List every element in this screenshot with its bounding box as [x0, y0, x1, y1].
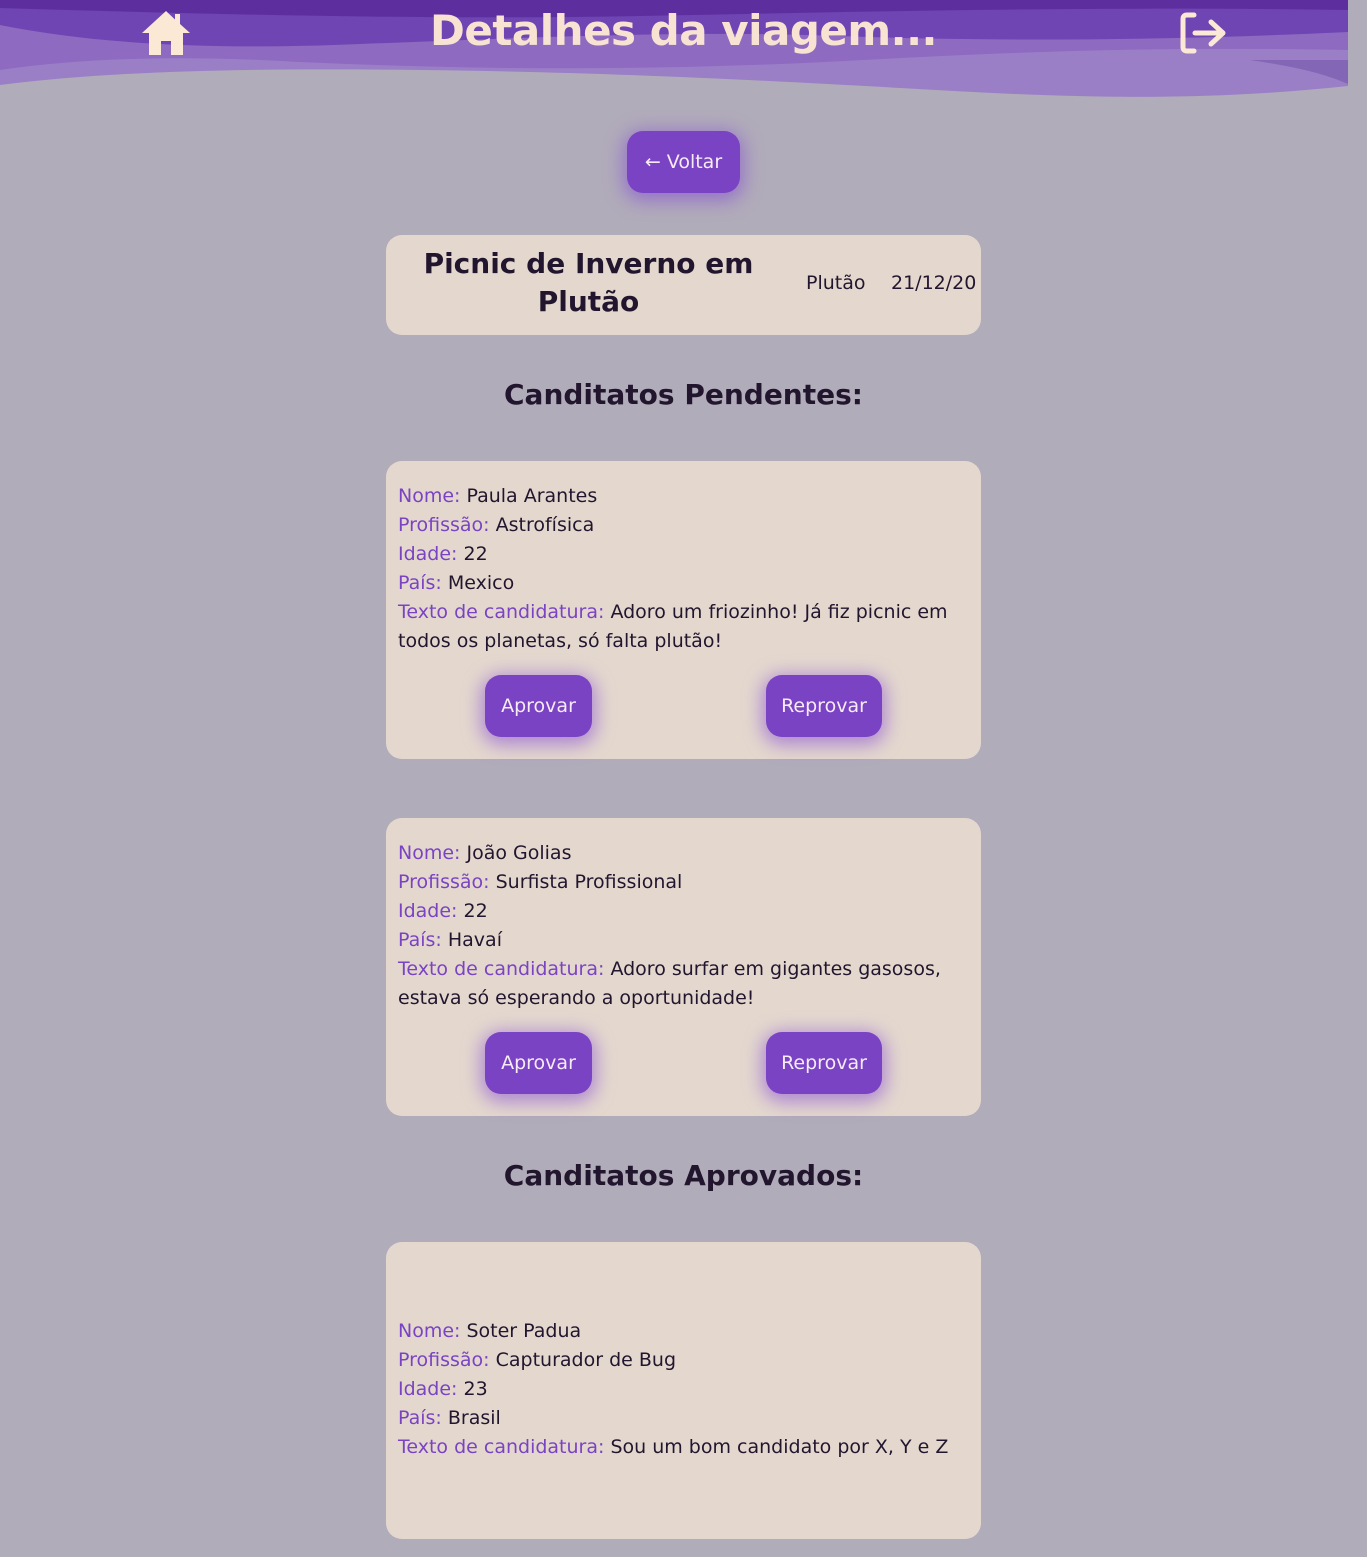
header-bar: Detalhes da viagem... — [0, 0, 1348, 110]
trip-planet: Plutão — [806, 272, 866, 294]
candidate-info: Nome: Soter Padua Profissão: Capturador … — [398, 1317, 953, 1462]
profession-label: Profissão: — [398, 1349, 490, 1371]
approve-button[interactable]: Aprovar — [485, 1032, 592, 1094]
candidate-application-text: Sou um bom candidato por X, Y e Z — [610, 1436, 949, 1458]
profession-label: Profissão: — [398, 514, 490, 536]
profession-label: Profissão: — [398, 871, 490, 893]
application-text-label: Texto de candidatura: — [398, 1436, 605, 1458]
approved-section-title: Canditatos Aprovados: — [503, 1159, 864, 1192]
back-button[interactable]: ← Voltar — [627, 131, 740, 193]
candidate-country: Mexico — [447, 572, 515, 594]
candidate-age: 22 — [463, 543, 488, 565]
country-label: País: — [398, 1407, 442, 1429]
name-label: Nome: — [398, 485, 461, 507]
candidate-country: Havaí — [447, 929, 502, 951]
pending-candidate-card: Nome: João Golias Profissão: Surfista Pr… — [386, 818, 981, 1116]
logout-icon[interactable] — [1180, 12, 1228, 54]
trip-date: 21/12/20 — [891, 272, 977, 294]
candidate-info: Nome: Paula Arantes Profissão: Astrofísi… — [398, 482, 953, 656]
candidate-name: João Golias — [466, 842, 572, 864]
approve-button[interactable]: Aprovar — [485, 675, 592, 737]
candidate-name: Paula Arantes — [466, 485, 598, 507]
trip-name: Picnic de Inverno em Plutão — [423, 247, 754, 318]
application-text-label: Texto de candidatura: — [398, 601, 605, 623]
approved-candidate-card: Nome: Soter Padua Profissão: Capturador … — [386, 1242, 981, 1539]
pending-section-title: Canditatos Pendentes: — [504, 378, 863, 411]
reject-button[interactable]: Reprovar — [766, 1032, 882, 1094]
page-title: Detalhes da viagem... — [430, 6, 938, 55]
application-text-label: Texto de candidatura: — [398, 958, 605, 980]
candidate-info: Nome: João Golias Profissão: Surfista Pr… — [398, 839, 953, 1013]
candidate-age: 23 — [463, 1378, 488, 1400]
trip-summary-card: Picnic de Inverno em Plutão Plutão 21/12… — [386, 235, 981, 335]
candidate-country: Brasil — [447, 1407, 501, 1429]
name-label: Nome: — [398, 842, 461, 864]
country-label: País: — [398, 572, 442, 594]
reject-button[interactable]: Reprovar — [766, 675, 882, 737]
age-label: Idade: — [398, 1378, 458, 1400]
candidate-profession: Surfista Profissional — [495, 871, 683, 893]
country-label: País: — [398, 929, 442, 951]
name-label: Nome: — [398, 1320, 461, 1342]
pending-candidate-card: Nome: Paula Arantes Profissão: Astrofísi… — [386, 461, 981, 759]
candidate-name: Soter Padua — [466, 1320, 582, 1342]
candidate-profession: Astrofísica — [495, 514, 595, 536]
candidate-profession: Capturador de Bug — [495, 1349, 677, 1371]
candidate-age: 22 — [463, 900, 488, 922]
age-label: Idade: — [398, 543, 458, 565]
age-label: Idade: — [398, 900, 458, 922]
